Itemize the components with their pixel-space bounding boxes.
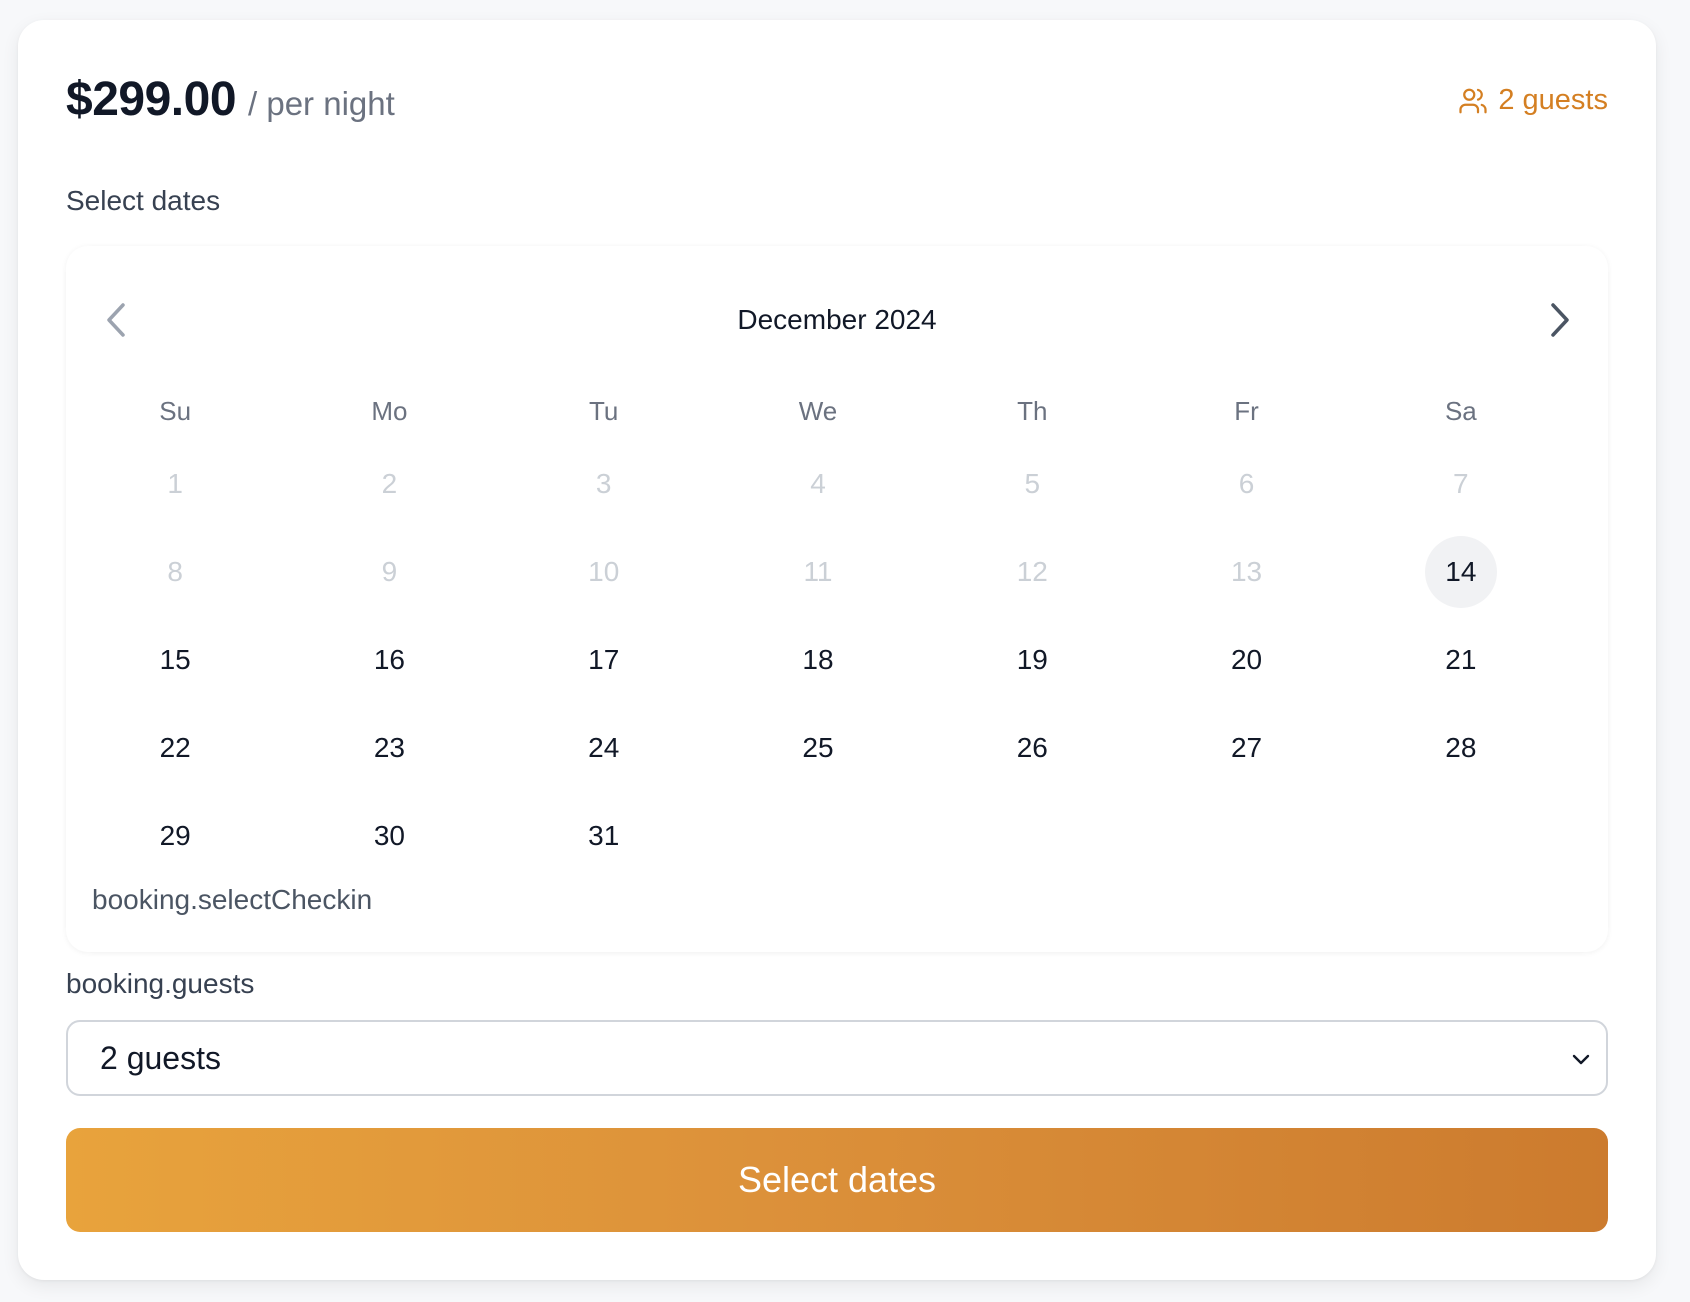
calendar-day-cell: 8: [95, 542, 309, 630]
calendar-day[interactable]: 15: [139, 624, 211, 696]
calendar-day-cell: 27: [1166, 718, 1380, 806]
calendar-day[interactable]: 16: [353, 624, 425, 696]
weekday-label: We: [798, 396, 838, 426]
calendar-day-cell: 26: [952, 718, 1166, 806]
select-dates-label: Select dates: [66, 185, 221, 216]
calendar-day[interactable]: 31: [568, 800, 640, 872]
calendar-day-cell: 31: [524, 806, 738, 894]
calendar-day: 2: [381, 468, 398, 499]
calendar-day-cell: 19: [952, 630, 1166, 718]
price-row: $299.00 / per night: [66, 72, 395, 127]
calendar-day-cell: 23: [309, 718, 523, 806]
weekday-label: Mo: [371, 396, 408, 426]
weekday-label: Su: [159, 396, 192, 426]
calendar-day-cell: 21: [1381, 630, 1595, 718]
calendar-day-cell: 13: [1166, 542, 1380, 630]
calendar-day: 7: [1453, 468, 1469, 499]
calendar-day-cell: 4: [738, 454, 952, 542]
calendar-day[interactable]: 18: [782, 624, 854, 696]
calendar-day-cell: 2: [309, 454, 523, 542]
calendar-day: 10: [588, 556, 620, 587]
chevron-right-icon: [1551, 303, 1569, 337]
calendar-day-cell: 29: [95, 806, 309, 894]
calendar-day-cell: 10: [524, 542, 738, 630]
calendar-month-title: December 2024: [737, 304, 937, 335]
calendar-day: 1: [167, 468, 183, 499]
calendar-day-cell: 3: [524, 454, 738, 542]
calendar-day-cell: 17: [524, 630, 738, 718]
users-icon: [1459, 88, 1487, 113]
nightly-price: $299.00: [66, 73, 237, 126]
calendar-day: 13: [1230, 556, 1263, 587]
calendar-day-cell: 1: [95, 454, 309, 542]
calendar-day-cell: 7: [1381, 454, 1595, 542]
booking-card: $299.00 / per night 2 guests Select date…: [18, 20, 1656, 1280]
calendar-day: 12: [1016, 556, 1048, 587]
price-unit: / per night: [248, 85, 395, 122]
calendar-day-cell: 25: [738, 718, 952, 806]
calendar-day[interactable]: 19: [996, 624, 1068, 696]
calendar-day-cell: 30: [309, 806, 523, 894]
calendar-helper-text: booking.selectCheckin: [92, 884, 373, 915]
calendar-day-cell: 18: [738, 630, 952, 718]
calendar-day: 3: [595, 468, 612, 499]
date-picker-calendar: December 2024 Su Mo Tu We Th Fr Sa 1 2 3 4 5 6 7 8 9 10…: [66, 246, 1608, 952]
calendar-day[interactable]: 30: [353, 800, 425, 872]
calendar-day-cell: 14: [1381, 536, 1595, 630]
guests-badge-label: 2 guests: [1498, 84, 1608, 116]
weekday-header-row: Su Mo Tu We Th Fr Sa: [95, 396, 1595, 427]
calendar-day[interactable]: 26: [996, 712, 1068, 784]
calendar-day: 9: [381, 556, 398, 587]
calendar-day[interactable]: 27: [1211, 712, 1283, 784]
calendar-day[interactable]: 22: [139, 712, 211, 784]
calendar-day[interactable]: 17: [568, 624, 640, 696]
calendar-day-cell: 22: [95, 718, 309, 806]
calendar-day-today[interactable]: 14: [1424, 536, 1497, 608]
calendar-day-cell: 6: [1166, 454, 1380, 542]
weekday-label: Fr: [1234, 396, 1259, 426]
calendar-day: 4: [810, 468, 826, 499]
calendar-day-cell: 20: [1166, 630, 1380, 718]
chevron-down-icon: [1572, 1054, 1590, 1065]
calendar-day[interactable]: 20: [1211, 624, 1283, 696]
calendar-day-cell: 24: [524, 718, 738, 806]
calendar-day-cell: 16: [309, 630, 523, 718]
guests-select[interactable]: 2 guests: [66, 1020, 1608, 1096]
calendar-day-cell: 12: [952, 542, 1166, 630]
calendar-day[interactable]: 25: [782, 712, 854, 784]
calendar-day-cell: 5: [952, 454, 1166, 542]
weekday-label: Th: [1017, 396, 1048, 426]
calendar-day-cell: 15: [95, 630, 309, 718]
calendar-day: 8: [167, 556, 183, 587]
calendar-day: 6: [1238, 468, 1255, 499]
calendar-day: 11: [803, 556, 833, 587]
calendar-day[interactable]: 23: [353, 712, 425, 784]
guests-badge: 2 guests: [1458, 84, 1608, 117]
calendar-days-grid: 1 2 3 4 5 6 7 8 9 10 11 12 13 14 15 16 17 18 19 20 21 22 23 24 2…: [95, 454, 1595, 894]
calendar-day: 5: [1024, 468, 1041, 499]
calendar-day[interactable]: 28: [1425, 712, 1497, 784]
select-dates-button[interactable]: Select dates: [66, 1128, 1608, 1232]
calendar-day[interactable]: 21: [1425, 624, 1497, 696]
guests-select-value: 2 guests: [100, 1039, 221, 1076]
calendar-day-cell: 11: [738, 542, 952, 630]
weekday-label: Tu: [589, 396, 619, 426]
next-month-button[interactable]: [1538, 298, 1582, 342]
guests-field-label: booking.guests: [66, 968, 255, 999]
weekday-label: Sa: [1444, 396, 1477, 426]
calendar-day[interactable]: 24: [568, 712, 640, 784]
calendar-day-cell: 28: [1381, 718, 1595, 806]
calendar-day-cell: 9: [309, 542, 523, 630]
calendar-day[interactable]: 29: [139, 800, 211, 872]
